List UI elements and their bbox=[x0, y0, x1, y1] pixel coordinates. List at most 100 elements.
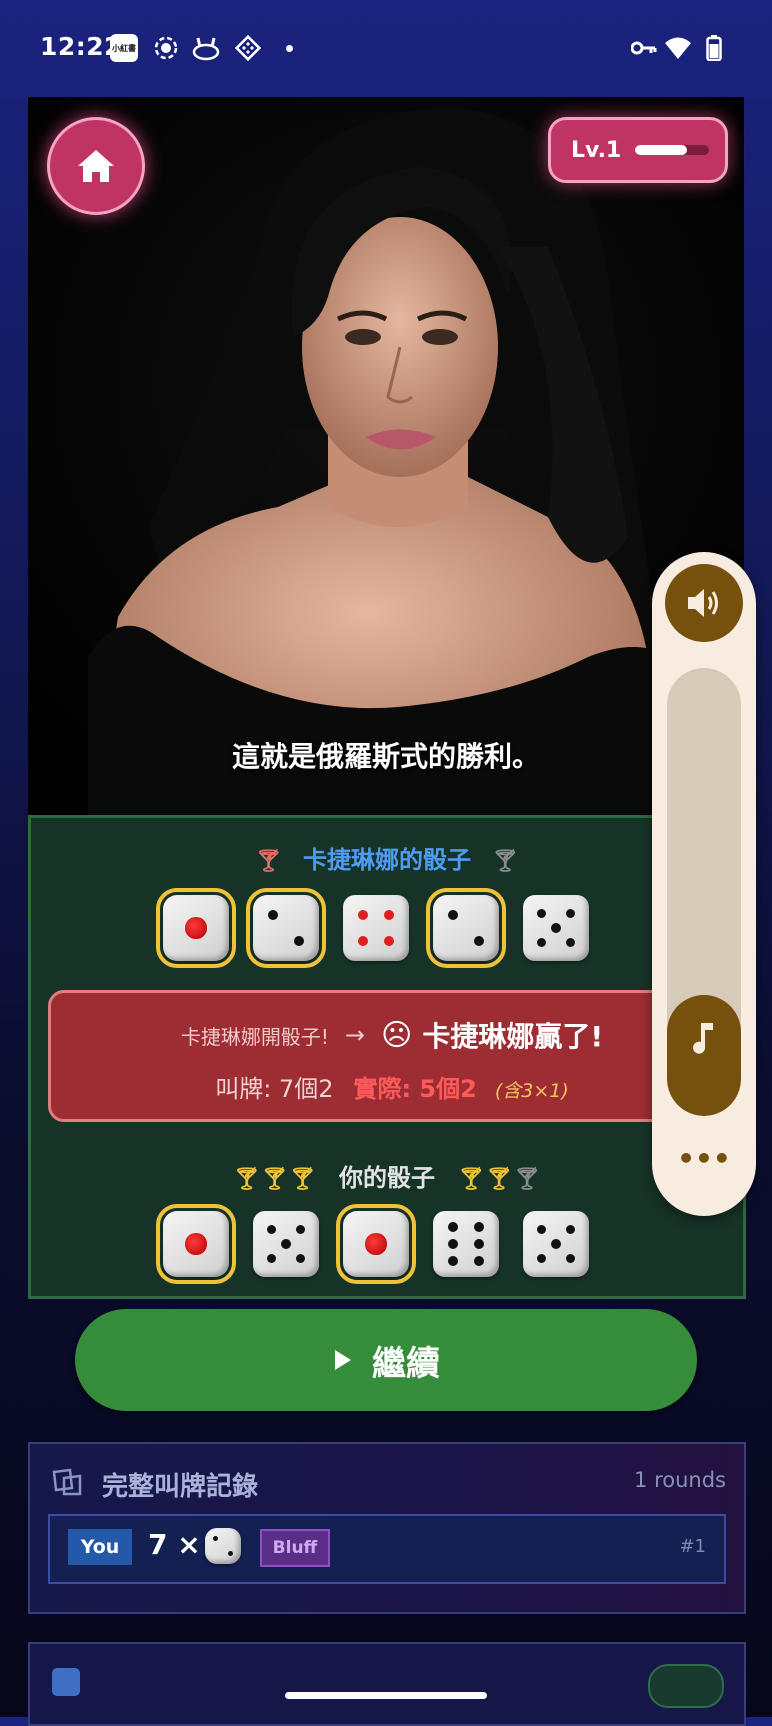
die-pip bbox=[565, 908, 576, 919]
die-face-6 bbox=[433, 1211, 499, 1277]
bid-quantity: 7 × bbox=[148, 1528, 201, 1561]
die-pip bbox=[281, 1239, 291, 1249]
die-face-2 bbox=[205, 1528, 241, 1564]
martini-icon: 🍸︎ bbox=[288, 1167, 317, 1192]
die-pip bbox=[266, 1224, 277, 1235]
opens-dice-text: 卡捷琳娜開骰子! bbox=[180, 1024, 329, 1049]
die-pip bbox=[551, 923, 561, 933]
level-label: Lv.1 bbox=[571, 137, 622, 163]
volume-slider-fill bbox=[667, 995, 741, 1116]
die-pip bbox=[185, 1233, 207, 1255]
actual-count: 實際: 5個2 bbox=[353, 1075, 477, 1103]
next-section-card bbox=[28, 1642, 746, 1726]
die-pip bbox=[384, 909, 395, 920]
die-pip bbox=[536, 1224, 547, 1235]
history-icon bbox=[52, 1468, 82, 1496]
die-pip bbox=[295, 1253, 306, 1264]
die-pip bbox=[213, 1536, 219, 1542]
round-number: #1 bbox=[679, 1536, 706, 1557]
die-pip bbox=[565, 1253, 576, 1264]
dice-app-icon bbox=[234, 34, 262, 62]
player-lives-left: 🍸︎🍸︎🍸︎ bbox=[233, 1164, 317, 1192]
player-badge: You bbox=[68, 1529, 132, 1565]
die-face-2 bbox=[426, 888, 506, 968]
die-pip bbox=[536, 937, 547, 948]
wifi-icon bbox=[664, 34, 692, 62]
bid-log-card: 完整叫牌記錄 1 rounds You 7 × Bluff #1 bbox=[28, 1442, 746, 1614]
bid-log-row: You 7 × Bluff #1 bbox=[48, 1514, 726, 1584]
home-button[interactable] bbox=[47, 117, 145, 215]
die-pip bbox=[295, 1224, 306, 1235]
bluff-tag: Bluff bbox=[260, 1529, 330, 1567]
die-pip bbox=[447, 909, 458, 920]
die-face-5 bbox=[253, 1211, 319, 1277]
volume-slider[interactable] bbox=[667, 668, 741, 1116]
speaker-toggle-button[interactable] bbox=[665, 564, 743, 642]
martini-icon: 🍸︎ bbox=[491, 849, 520, 874]
status-bar: 12:22 小紅書 bbox=[0, 0, 772, 96]
die-pip bbox=[474, 1239, 485, 1249]
volume-panel: ••• bbox=[652, 552, 756, 1216]
die-pip bbox=[447, 1221, 458, 1232]
wildcard-note: (含3×1) bbox=[494, 1080, 569, 1102]
home-icon bbox=[78, 150, 114, 182]
continue-button[interactable]: 繼續 bbox=[75, 1309, 697, 1411]
die-pip bbox=[447, 1256, 458, 1267]
player-lives-right: 🍸︎🍸︎🍸︎ bbox=[457, 1164, 541, 1192]
bid-summary: 叫牌: 7個2 bbox=[215, 1075, 334, 1103]
opponent-dice-title: 卡捷琳娜的骰子 bbox=[303, 846, 471, 874]
die-pip bbox=[357, 936, 368, 947]
arrow-icon: → bbox=[344, 1021, 366, 1049]
die-pip bbox=[185, 917, 207, 939]
dialogue-subtitle: 這就是俄羅斯式的勝利。 bbox=[231, 740, 540, 773]
bid-log-title: 完整叫牌記錄 bbox=[102, 1472, 259, 1502]
section-toggle[interactable] bbox=[648, 1664, 724, 1708]
player-dice-title: 你的骰子 bbox=[339, 1164, 435, 1192]
speaker-icon bbox=[688, 589, 718, 617]
die-pip bbox=[447, 1239, 458, 1249]
die-pip bbox=[536, 908, 547, 919]
die-pip bbox=[266, 1253, 277, 1264]
die-face-1 bbox=[336, 1204, 416, 1284]
die-face-5 bbox=[523, 895, 589, 961]
level-progress-fill bbox=[635, 145, 688, 155]
portrait-image bbox=[28, 97, 744, 815]
die-pip bbox=[474, 936, 485, 947]
more-options-icon[interactable]: ••• bbox=[652, 1142, 756, 1175]
die-pip bbox=[267, 909, 278, 920]
die-pip bbox=[565, 937, 576, 948]
die-pip bbox=[474, 1256, 485, 1267]
gesture-nav-bar[interactable] bbox=[285, 1692, 487, 1699]
die-pip bbox=[384, 936, 395, 947]
sad-face-icon: ☹ bbox=[381, 1017, 413, 1053]
martini-icon: 🍸︎ bbox=[232, 1167, 261, 1192]
player-dice-header: 🍸︎🍸︎🍸︎ 你的骰子 🍸︎🍸︎🍸︎ bbox=[31, 1158, 743, 1193]
die-pip bbox=[227, 1550, 233, 1556]
play-icon bbox=[335, 1350, 351, 1370]
vpn-key-icon bbox=[630, 34, 658, 62]
opponent-dice-header: 🍸︎ 卡捷琳娜的骰子 🍸︎ bbox=[31, 840, 743, 875]
bid-face-die bbox=[205, 1528, 241, 1564]
xiaohongshu-icon: 小紅書 bbox=[110, 34, 138, 62]
notification-dot-icon bbox=[286, 45, 293, 52]
music-note-icon bbox=[693, 1023, 713, 1054]
die-pip bbox=[294, 936, 305, 947]
bunny-icon bbox=[192, 34, 220, 62]
die-pip bbox=[357, 909, 368, 920]
battery-icon bbox=[700, 34, 728, 62]
die-face-5 bbox=[523, 1211, 589, 1277]
martini-icon: 🍸︎ bbox=[254, 849, 283, 874]
record-icon bbox=[152, 34, 180, 62]
winner-text: 卡捷琳娜贏了! bbox=[422, 1020, 604, 1053]
martini-icon: 🍸︎ bbox=[457, 1167, 486, 1192]
martini-icon: 🍸︎ bbox=[260, 1167, 289, 1192]
die-face-4 bbox=[343, 895, 409, 961]
continue-label: 繼續 bbox=[372, 1343, 440, 1384]
die-pip bbox=[551, 1239, 561, 1249]
die-face-2 bbox=[246, 888, 326, 968]
die-face-1 bbox=[156, 1204, 236, 1284]
level-indicator: Lv.1 bbox=[548, 117, 728, 183]
level-progress-bar bbox=[635, 145, 710, 155]
die-face-1 bbox=[156, 888, 236, 968]
die-pip bbox=[474, 1221, 485, 1232]
